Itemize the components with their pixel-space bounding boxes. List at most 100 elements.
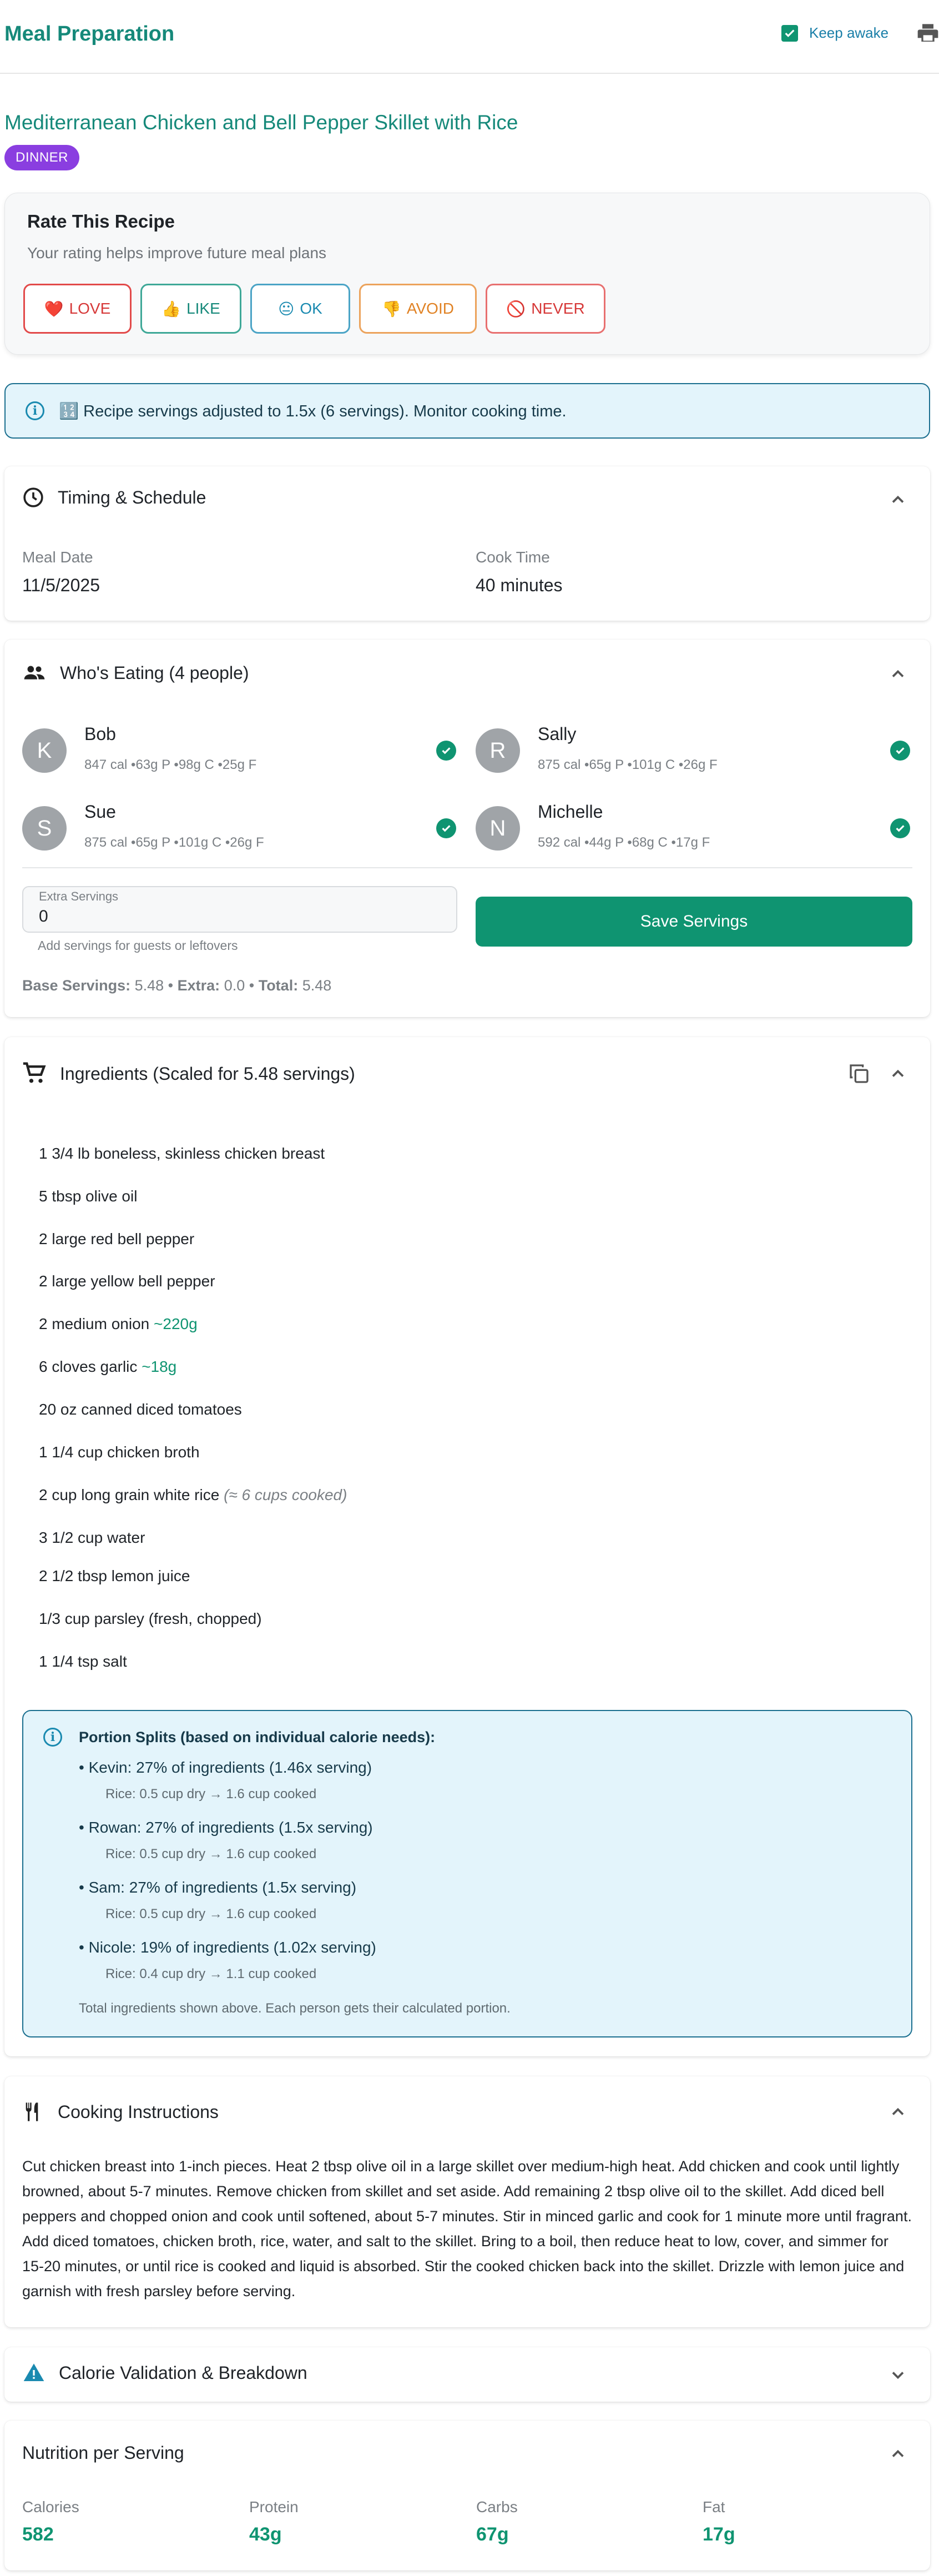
ingredient-item: 2 medium onion ~220g: [39, 1315, 198, 1332]
portion-split-rice: Rice: 0.5 cup dry → 1.6 cup cooked: [105, 1847, 317, 1861]
portion-split-person: • Sam: 27% of ingredients (1.5x serving): [79, 1879, 357, 1896]
top-app-bar: Meal Preparation Keep awake: [0, 0, 939, 74]
portion-split-person: • Kevin: 27% of ingredients (1.46x servi…: [79, 1759, 372, 1776]
meal-date-label: Meal Date: [22, 549, 93, 566]
meal-type-badge: DINNER: [4, 145, 80, 170]
info-icon: i: [26, 401, 44, 420]
avatar: N: [476, 806, 520, 851]
ingredient-note: (≈ 6 cups cooked): [224, 1486, 347, 1503]
ingredient-item: 1 1/4 tsp salt: [39, 1653, 127, 1670]
ok-button[interactable]: 😐 OK: [250, 284, 350, 334]
portion-split-person: • Nicole: 19% of ingredients (1.02x serv…: [79, 1939, 376, 1956]
ingredient-item: 2 cup long grain white rice (≈ 6 cups co…: [39, 1486, 347, 1503]
person-name: Sally: [538, 724, 577, 744]
checkmark-icon: [785, 29, 795, 37]
check-circle-icon: [890, 741, 910, 761]
chevron-up-icon[interactable]: [888, 2444, 908, 2464]
meal-date-value: 11/5/2025: [22, 575, 100, 595]
ingredients-title: Ingredients (Scaled for 5.48 servings): [60, 1063, 355, 1084]
ingredients-header[interactable]: Ingredients (Scaled for 5.48 servings): [22, 1061, 355, 1086]
ingredient-item: 2 large red bell pepper: [39, 1230, 195, 1247]
servings-summary: Base Servings: 5.48 • Extra: 0.0 • Total…: [22, 977, 332, 994]
portion-splits-footer: Total ingredients shown above. Each pers…: [79, 2001, 511, 2016]
portion-split-person: • Rowan: 27% of ingredients (1.5x servin…: [79, 1819, 373, 1836]
ingredient-item: 3 1/2 cup water: [39, 1529, 145, 1546]
nutrition-fat-label: Fat: [703, 2498, 725, 2515]
chevron-up-icon[interactable]: [888, 2102, 908, 2122]
cook-time-label: Cook Time: [476, 549, 550, 566]
nutrition-section: Nutrition per Serving: [4, 2421, 930, 2570]
rate-recipe-card: Rate This Recipe Your rating helps impro…: [4, 193, 930, 355]
person-macros: 847 cal •63g P •98g C •25g F: [84, 757, 257, 772]
avatar: R: [476, 728, 520, 773]
avatar: K: [22, 728, 67, 773]
chevron-up-icon[interactable]: [888, 490, 908, 510]
avoid-button[interactable]: 👎 AVOID: [359, 284, 477, 334]
ingredient-item: 6 cloves garlic ~18g: [39, 1358, 177, 1375]
nutrition-carbs-label: Carbs: [476, 2498, 518, 2515]
person-name: Bob: [84, 724, 116, 744]
servings-info-text: 🔢 Recipe servings adjusted to 1.5x (6 se…: [59, 402, 567, 420]
nutrition-calories-value: 582: [22, 2524, 54, 2545]
chevron-up-icon[interactable]: [888, 1064, 908, 1084]
ingredient-weight: ~220g: [154, 1315, 198, 1332]
portion-split-rice: Rice: 0.5 cup dry → 1.6 cup cooked: [105, 1787, 317, 1802]
extra-servings-field[interactable]: Extra Servings 0: [22, 886, 457, 933]
timing-title: Timing & Schedule: [58, 487, 206, 507]
ingredient-weight: ~18g: [142, 1358, 177, 1375]
timing-header[interactable]: Timing & Schedule: [22, 486, 206, 509]
nutrition-calories-label: Calories: [22, 2498, 79, 2515]
portion-split-rice: Rice: 0.4 cup dry → 1.1 cup cooked: [105, 1966, 317, 1981]
chevron-up-icon[interactable]: [888, 664, 908, 684]
portion-splits-title: Portion Splits (based on individual calo…: [79, 1729, 436, 1745]
extra-servings-input[interactable]: 0: [39, 907, 48, 926]
thumbs-up-icon: 👍: [161, 300, 181, 318]
chevron-down-icon[interactable]: [888, 2365, 908, 2385]
whos-eating-section: Who's Eating (4 people) K Bob 847 cal •6…: [4, 640, 930, 1017]
prohibited-icon: 🚫: [506, 300, 526, 318]
calorie-validation-header[interactable]: Calorie Validation & Breakdown: [22, 2362, 307, 2384]
rate-subtitle: Your rating helps improve future meal pl…: [27, 244, 327, 261]
like-button[interactable]: 👍 LIKE: [140, 284, 241, 334]
print-icon[interactable]: [916, 22, 939, 44]
keep-awake-checkbox[interactable]: [781, 24, 798, 42]
nutrition-title[interactable]: Nutrition per Serving: [22, 2443, 184, 2463]
keep-awake-toggle[interactable]: Keep awake: [781, 24, 888, 42]
love-button[interactable]: ❤️ LOVE: [23, 284, 132, 334]
copy-icon[interactable]: [848, 1063, 870, 1085]
nutrition-protein-label: Protein: [249, 2498, 299, 2515]
person-name: Sue: [84, 802, 116, 822]
save-servings-button[interactable]: Save Servings: [476, 897, 912, 947]
thumbs-down-icon: 👎: [382, 300, 401, 318]
timing-schedule-section: Timing & Schedule Meal Date 11/5/2025 Co…: [4, 466, 930, 621]
rate-title: Rate This Recipe: [27, 211, 175, 232]
ingredient-item: 1/3 cup parsley (fresh, chopped): [39, 1610, 262, 1627]
portion-splits-box: i Portion Splits (based on individual ca…: [22, 1710, 912, 2037]
instructions-header[interactable]: Cooking Instructions: [22, 2100, 219, 2124]
ingredient-item: 1 3/4 lb boneless, skinless chicken brea…: [39, 1145, 325, 1162]
instructions-title: Cooking Instructions: [58, 2101, 219, 2122]
nutrition-carbs-value: 67g: [476, 2524, 509, 2545]
servings-info-banner: i 🔢 Recipe servings adjusted to 1.5x (6 …: [4, 383, 930, 439]
ingredient-item: 20 oz canned diced tomatoes: [39, 1401, 242, 1418]
check-circle-icon: [890, 818, 910, 838]
divider: [22, 867, 912, 868]
heart-icon: ❤️: [44, 300, 64, 318]
ingredient-item: 2 1/2 tbsp lemon juice: [39, 1567, 190, 1584]
keep-awake-label: Keep awake: [809, 24, 889, 41]
eaters-header[interactable]: Who's Eating (4 people): [22, 662, 249, 684]
eaters-title: Who's Eating (4 people): [60, 662, 249, 683]
person-macros: 875 cal •65g P •101g C •26g F: [538, 757, 718, 772]
neutral-face-icon: 😐: [278, 300, 295, 318]
instructions-text: Cut chicken breast into 1-inch pieces. H…: [22, 2158, 912, 2300]
person-name: Michelle: [538, 802, 603, 822]
nutrition-fat-value: 17g: [703, 2524, 735, 2545]
ingredient-item: 5 tbsp olive oil: [39, 1188, 138, 1205]
person-macros: 875 cal •65g P •101g C •26g F: [84, 835, 264, 850]
cooking-instructions-section: Cooking Instructions Cut chicken breast …: [4, 2076, 930, 2327]
calorie-validation-section[interactable]: Calorie Validation & Breakdown: [4, 2347, 930, 2402]
info-icon: i: [43, 1728, 62, 1747]
ingredient-item: 2 large yellow bell pepper: [39, 1272, 215, 1290]
cook-time-value: 40 minutes: [476, 575, 563, 595]
never-button[interactable]: 🚫 NEVER: [486, 284, 605, 334]
